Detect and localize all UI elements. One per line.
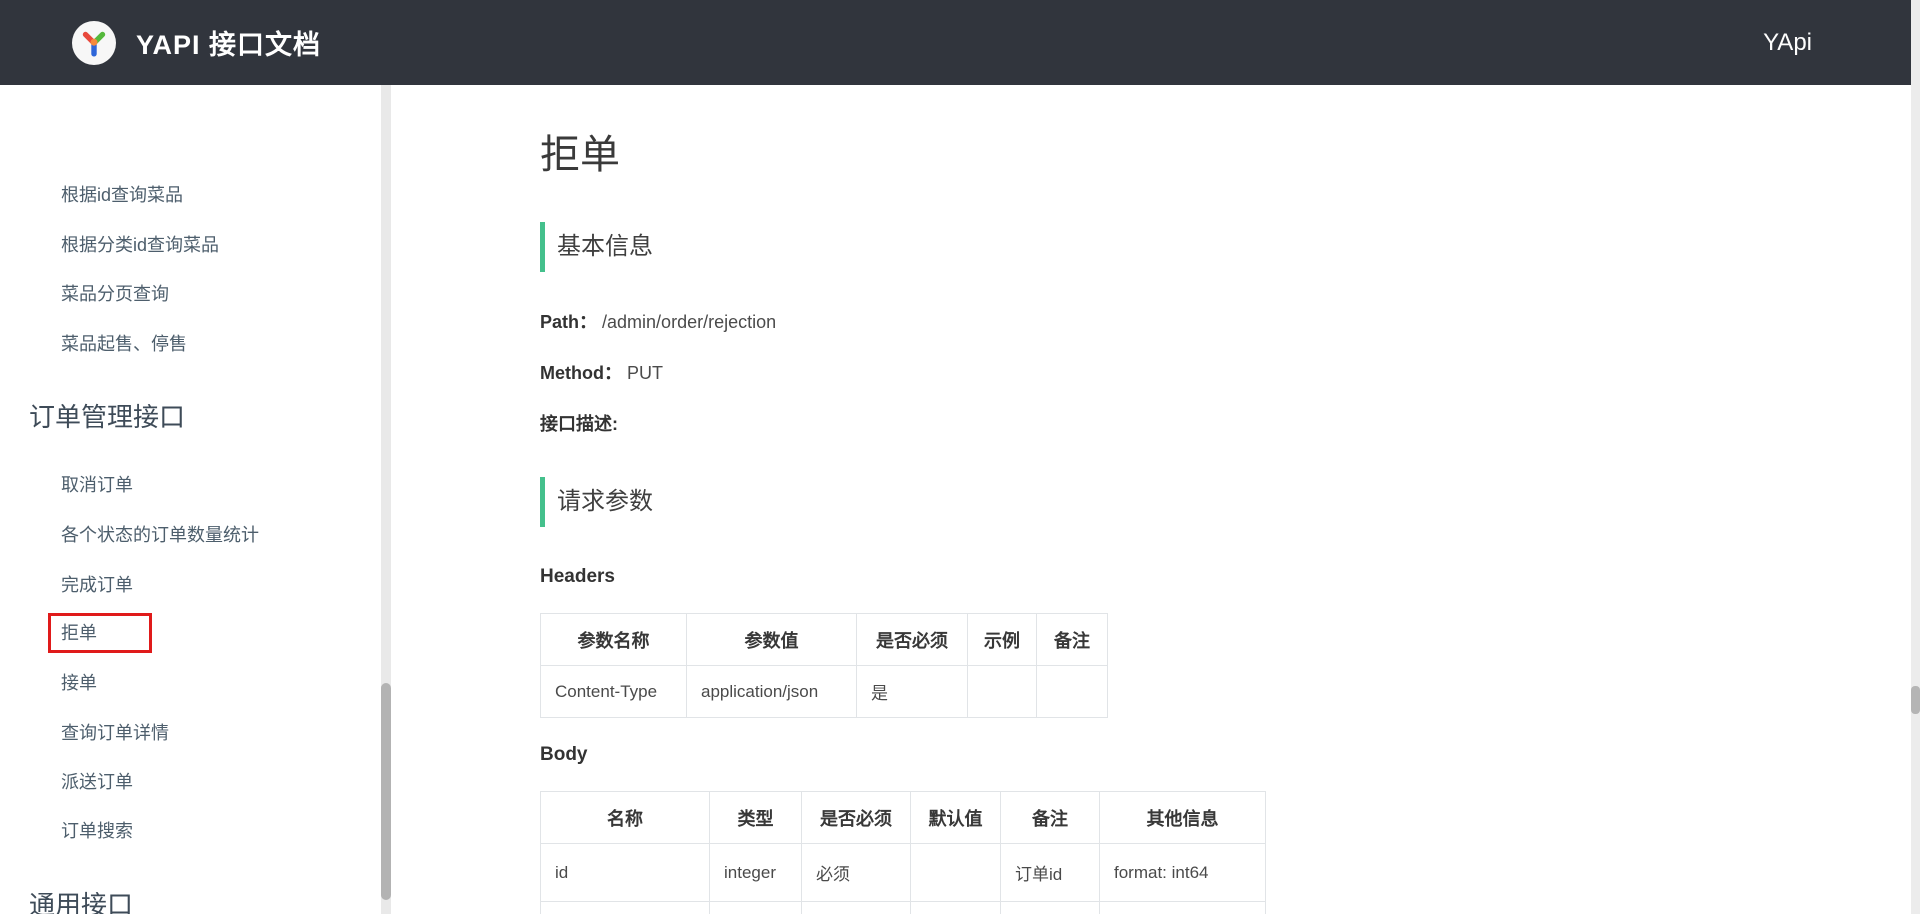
sidebar-item-query-dish-by-category[interactable]: 根据分类id查询菜品	[61, 233, 219, 257]
column-header: 参数名称	[541, 614, 687, 666]
page-title: 拒单	[540, 127, 1911, 183]
cell-name: id	[541, 844, 710, 902]
headers-table: 参数名称 参数值 是否必须 示例 备注 Content-Type applica…	[540, 613, 1108, 718]
sidebar-item-reject-order[interactable]: 拒单	[61, 621, 97, 645]
cell-param-value: application/json	[687, 666, 857, 718]
sidebar-item-dish-page-query[interactable]: 菜品分页查询	[61, 282, 169, 306]
yapi-logo-icon[interactable]	[72, 21, 116, 65]
sidebar-item-deliver-order[interactable]: 派送订单	[61, 770, 133, 794]
sidebar-item-dish-start-stop-sale[interactable]: 菜品起售、停售	[61, 332, 187, 356]
sidebar-item-complete-order[interactable]: 完成订单	[61, 573, 133, 597]
section-heading-request-params: 请求参数	[540, 477, 1911, 527]
headers-table-header-row: 参数名称 参数值 是否必须 示例 备注	[541, 614, 1108, 666]
description-label: 接口描述:	[540, 414, 618, 434]
body-table-header-row: 名称 类型 是否必须 默认值 备注 其他信息	[541, 792, 1266, 844]
sidebar-item-cancel-order[interactable]: 取消订单	[61, 473, 133, 497]
sidebar-item-order-status-stats[interactable]: 各个状态的订单数量统计	[61, 523, 259, 547]
column-header: 其他信息	[1100, 792, 1266, 844]
path-value: /admin/order/rejection	[602, 312, 776, 332]
sidebar-item-query-dish-by-id[interactable]: 根据id查询菜品	[61, 183, 183, 207]
cell-param-name: Content-Type	[541, 666, 687, 718]
method-line: Method： PUT	[540, 360, 1911, 386]
yapi-nav-link[interactable]: YApi	[1763, 29, 1812, 57]
column-header: 名称	[541, 792, 710, 844]
section-heading-basic-info: 基本信息	[540, 222, 1911, 272]
page-scrollbar-track[interactable]	[1911, 0, 1920, 914]
yapi-logo-glyph	[77, 26, 111, 60]
column-header: 是否必须	[802, 792, 911, 844]
cell-required: 是	[857, 666, 968, 718]
description-line: 接口描述:	[540, 411, 1911, 437]
path-line: Path： /admin/order/rejection	[540, 309, 1911, 335]
cell-required: 必须	[802, 844, 911, 902]
sidebar-section-common-api[interactable]: 通用接口	[29, 888, 133, 914]
sidebar-item-accept-order[interactable]: 接单	[61, 671, 97, 695]
column-header: 是否必须	[857, 614, 968, 666]
doc-content-area: 拒单 基本信息 Path： /admin/order/rejection Met…	[391, 85, 1911, 914]
body-table-row: id integer 必须 订单id format: int64	[541, 844, 1266, 902]
sidebar-section-order-management[interactable]: 订单管理接口	[29, 400, 185, 434]
column-header: 类型	[710, 792, 802, 844]
column-header: 参数值	[687, 614, 857, 666]
page-scrollbar-thumb[interactable]	[1911, 686, 1920, 714]
sidebar-scrollbar-thumb[interactable]	[381, 683, 391, 900]
body-table-row-clipped	[541, 902, 1266, 914]
body-table: 名称 类型 是否必须 默认值 备注 其他信息 id integer 必须 订单i…	[540, 791, 1266, 914]
cell-other: format: int64	[1100, 844, 1266, 902]
sidebar-item-order-search[interactable]: 订单搜索	[61, 819, 133, 843]
top-header-bar: YAPI 接口文档 YApi	[0, 0, 1911, 85]
method-label: Method：	[540, 363, 622, 383]
body-table-label: Body	[540, 742, 1911, 768]
app-title: YAPI 接口文档	[136, 23, 321, 62]
path-label: Path：	[540, 312, 597, 332]
sidebar-item-query-order-detail[interactable]: 查询订单详情	[61, 721, 169, 745]
cell-default	[911, 844, 1001, 902]
column-header: 备注	[1001, 792, 1100, 844]
method-value: PUT	[627, 363, 663, 383]
cell-remark	[1037, 666, 1108, 718]
cell-type: integer	[710, 844, 802, 902]
sidebar-scrollbar-track[interactable]	[381, 85, 391, 914]
column-header: 默认值	[911, 792, 1001, 844]
sidebar-nav: 根据id查询菜品 根据分类id查询菜品 菜品分页查询 菜品起售、停售 订单管理接…	[0, 85, 381, 914]
column-header: 示例	[968, 614, 1037, 666]
cell-remark: 订单id	[1001, 844, 1100, 902]
headers-table-label: Headers	[540, 564, 1911, 590]
cell-example	[968, 666, 1037, 718]
headers-table-row: Content-Type application/json 是	[541, 666, 1108, 718]
column-header: 备注	[1037, 614, 1108, 666]
